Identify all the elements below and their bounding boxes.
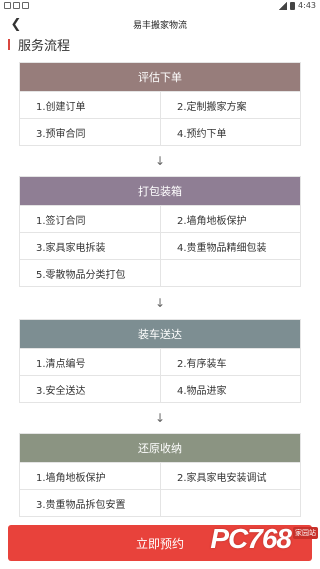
app-notification-icon [4, 2, 11, 9]
watermark-text: PC768 [210, 523, 292, 554]
stage-header: 还原收纳 [20, 434, 300, 462]
stage-header: 装车送达 [20, 320, 300, 348]
app-notification-icon [22, 2, 29, 9]
stage-step: 3.安全送达 [20, 375, 160, 402]
app-notification-icon [13, 2, 20, 9]
stage-header: 打包装箱 [20, 177, 300, 205]
stage-header: 评估下单 [20, 63, 300, 91]
stage-step: 2.有序装车 [160, 348, 300, 375]
nav-bar: ❮ 易丰搬家物流 [0, 12, 320, 36]
stage-step: 5.零散物品分类打包 [20, 259, 160, 286]
stage-step: 2.家具家电安装调试 [160, 462, 300, 489]
stage-card-restore: 还原收纳 1.墙角地板保护 2.家具家电安装调试 3.贵重物品拆包安置 [19, 433, 301, 517]
stage-card-evaluate: 评估下单 1.创建订单 2.定制搬家方案 3.预审合同 4.预约下单 [19, 62, 301, 146]
status-bar: 4:43 [0, 0, 320, 12]
stage-step-empty [160, 489, 300, 516]
down-arrow-icon: ↓ [154, 411, 166, 425]
notification-icons [4, 2, 29, 9]
stage-step: 4.贵重物品精细包装 [160, 232, 300, 259]
stage-card-packing: 打包装箱 1.签订合同 2.墙角地板保护 3.家具家电拆装 4.贵重物品精细包装… [19, 176, 301, 287]
stage-step: 2.墙角地板保护 [160, 205, 300, 232]
stage-card-delivery: 装车送达 1.清点编号 2.有序装车 3.安全送达 4.物品进家 [19, 319, 301, 403]
stage-step: 1.墙角地板保护 [20, 462, 160, 489]
down-arrow-icon: ↓ [154, 296, 166, 310]
battery-icon [290, 1, 296, 10]
watermark-sub: 家园站 [293, 527, 318, 539]
section-accent-bar [8, 38, 10, 50]
stage-step: 4.物品进家 [160, 375, 300, 402]
stage-step: 4.预约下单 [160, 118, 300, 145]
stage-step: 1.清点编号 [20, 348, 160, 375]
status-time: 4:43 [298, 1, 316, 10]
section-header: 服务流程 [8, 36, 71, 54]
stage-step: 2.定制搬家方案 [160, 91, 300, 118]
stage-step: 3.家具家电拆装 [20, 232, 160, 259]
watermark-logo: PC768 家园站 [210, 523, 318, 555]
stage-step: 3.贵重物品拆包安置 [20, 489, 160, 516]
bottom-bar: 立即预约 PC768 家园站 [0, 519, 320, 569]
down-arrow-icon: ↓ [154, 154, 166, 168]
stage-step: 1.创建订单 [20, 91, 160, 118]
signal-icon [279, 1, 288, 10]
stage-step: 3.预审合同 [20, 118, 160, 145]
stage-step: 1.签订合同 [20, 205, 160, 232]
section-title: 服务流程 [18, 38, 71, 54]
page-title: 易丰搬家物流 [132, 21, 187, 31]
stage-step-empty [160, 259, 300, 286]
